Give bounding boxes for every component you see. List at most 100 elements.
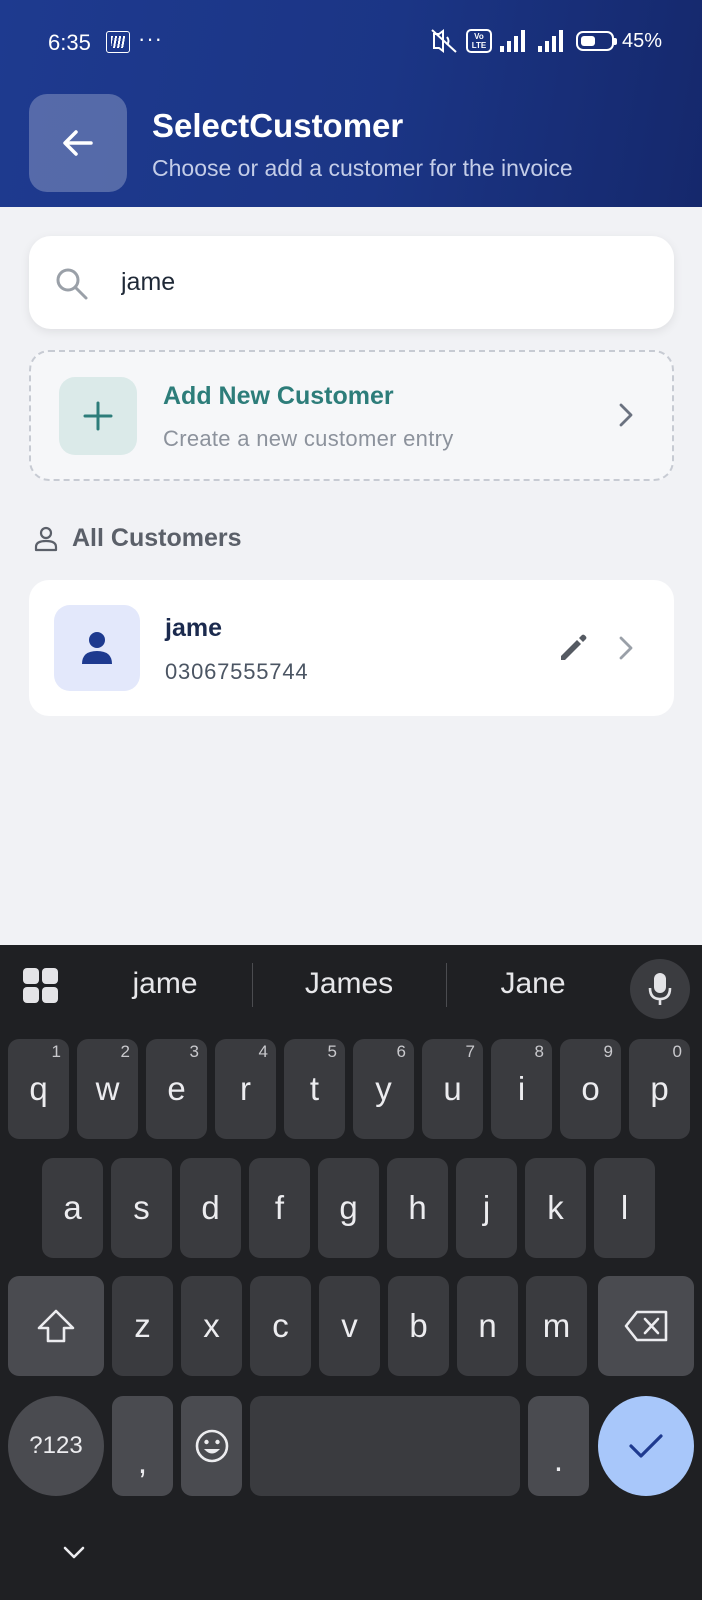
suggestion-1[interactable]: jame — [90, 967, 240, 1001]
symbols-key[interactable]: ?123 — [8, 1396, 104, 1496]
status-bar: 6:35 ··· Vo LTE 45% — [0, 0, 702, 86]
key-label: e — [167, 1070, 186, 1107]
suggestion-bar: jame James Jane — [0, 945, 702, 1025]
suggestion-divider — [446, 963, 447, 1007]
space-key[interactable] — [250, 1396, 520, 1496]
person-outline-icon — [34, 526, 58, 551]
section-label: All Customers — [72, 524, 242, 552]
suggestion-3[interactable]: Jane — [458, 967, 608, 1001]
emoji-key[interactable] — [181, 1396, 242, 1496]
hide-keyboard-chevron-icon[interactable] — [62, 1545, 86, 1561]
backspace-key[interactable] — [598, 1276, 694, 1376]
status-time: 6:35 — [48, 30, 91, 55]
page-title: SelectCustomer — [152, 107, 404, 144]
key-label: p — [650, 1070, 669, 1107]
soft-keyboard: jame James Jane 1q2w3e4r5t6y7u8i9o0p asd… — [0, 945, 702, 1600]
suggestion-divider — [252, 963, 253, 1007]
key-hint: 8 — [534, 1042, 544, 1061]
add-customer-title: Add New Customer — [163, 382, 394, 410]
key-p[interactable]: 0p — [629, 1039, 690, 1139]
period-label: . — [553, 1441, 564, 1478]
key-hint: 4 — [258, 1042, 268, 1061]
enter-key[interactable] — [598, 1396, 694, 1496]
section-header: All Customers — [34, 524, 241, 553]
key-w[interactable]: 2w — [77, 1039, 138, 1139]
key-m[interactable]: m — [526, 1276, 587, 1376]
period-key[interactable]: . — [528, 1396, 589, 1496]
arrow-left-icon — [63, 130, 93, 156]
key-label: w — [95, 1070, 120, 1107]
key-o[interactable]: 9o — [560, 1039, 621, 1139]
key-n[interactable]: n — [457, 1276, 518, 1376]
key-i[interactable]: 8i — [491, 1039, 552, 1139]
shift-key[interactable] — [8, 1276, 104, 1376]
key-hint: 3 — [189, 1042, 199, 1061]
person-icon — [82, 632, 112, 664]
chevron-right-icon — [619, 403, 633, 427]
key-r[interactable]: 4r — [215, 1039, 276, 1139]
battery-percent: 45% — [621, 29, 662, 52]
signal-icon — [499, 30, 525, 52]
key-u[interactable]: 7u — [422, 1039, 483, 1139]
key-e[interactable]: 3e — [146, 1039, 207, 1139]
suggestion-2[interactable]: James — [274, 967, 424, 1001]
key-a[interactable]: a — [42, 1158, 103, 1258]
add-customer-subtitle: Create a new customer entry — [163, 426, 454, 451]
key-s[interactable]: s — [111, 1158, 172, 1258]
emoji-icon — [195, 1429, 228, 1463]
key-h[interactable]: h — [387, 1158, 448, 1258]
key-hint: 6 — [396, 1042, 406, 1061]
key-v[interactable]: v — [319, 1276, 380, 1376]
comma-key[interactable]: , — [112, 1396, 173, 1496]
microphone-button[interactable] — [630, 959, 690, 1019]
customer-name: jame — [165, 614, 222, 642]
key-hint: 7 — [465, 1042, 475, 1061]
key-k[interactable]: k — [525, 1158, 586, 1258]
chevron-right-icon — [619, 636, 633, 660]
key-label: q — [29, 1070, 48, 1107]
key-hint: 1 — [51, 1042, 61, 1061]
key-label: i — [517, 1070, 526, 1107]
key-hint: 2 — [120, 1042, 130, 1061]
search-input[interactable] — [121, 262, 641, 302]
app-header: 6:35 ··· Vo LTE 45% SelectCustomer Choos… — [0, 0, 702, 207]
key-hint: 5 — [327, 1042, 337, 1061]
battery-icon — [575, 31, 617, 51]
more-notifications-icon: ··· — [138, 26, 163, 51]
apps-grid-icon[interactable] — [23, 968, 58, 1003]
key-d[interactable]: d — [180, 1158, 241, 1258]
key-label: y — [375, 1070, 392, 1107]
key-hint: 0 — [672, 1042, 682, 1061]
customer-phone: 03067555744 — [165, 659, 309, 684]
volte-icon: Vo LTE — [465, 29, 492, 53]
key-label: u — [443, 1070, 462, 1107]
key-label: t — [309, 1070, 320, 1107]
edit-icon[interactable] — [557, 632, 589, 664]
checkmark-icon — [629, 1434, 663, 1458]
add-new-customer-card[interactable]: Add New Customer Create a new customer e… — [29, 350, 674, 481]
shift-icon — [37, 1309, 75, 1343]
customer-list-item[interactable]: jame 03067555744 — [29, 580, 674, 716]
key-g[interactable]: g — [318, 1158, 379, 1258]
key-f[interactable]: f — [249, 1158, 310, 1258]
microphone-icon — [648, 973, 672, 1005]
search-bar[interactable] — [29, 236, 674, 329]
search-icon — [56, 268, 88, 300]
plus-icon — [83, 401, 113, 431]
key-t[interactable]: 5t — [284, 1039, 345, 1139]
key-q[interactable]: 1q — [8, 1039, 69, 1139]
key-z[interactable]: z — [112, 1276, 173, 1376]
back-button[interactable] — [29, 94, 127, 192]
signal-icon — [537, 30, 563, 52]
key-c[interactable]: c — [250, 1276, 311, 1376]
backspace-icon — [624, 1310, 668, 1342]
key-b[interactable]: b — [388, 1276, 449, 1376]
add-icon-container — [59, 377, 137, 455]
comma-label: , — [137, 1443, 148, 1480]
page-subtitle: Choose or add a customer for the invoice — [152, 155, 573, 181]
key-l[interactable]: l — [594, 1158, 655, 1258]
key-j[interactable]: j — [456, 1158, 517, 1258]
key-label: r — [240, 1070, 251, 1107]
key-x[interactable]: x — [181, 1276, 242, 1376]
key-y[interactable]: 6y — [353, 1039, 414, 1139]
